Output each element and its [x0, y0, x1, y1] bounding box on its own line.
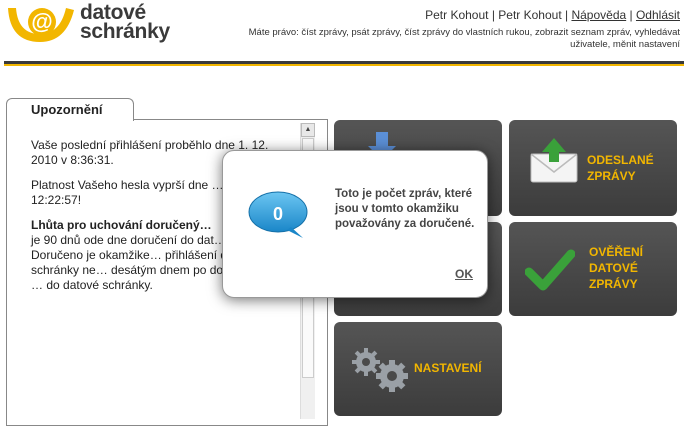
help-link[interactable]: Nápověda	[571, 8, 626, 22]
user-rights: Máte právo: číst zprávy, psát zprávy, čí…	[248, 27, 680, 50]
delivered-count: 0	[272, 204, 283, 224]
notice-tab-label: Upozornění	[31, 102, 103, 117]
tile-settings[interactable]: NASTAVENÍ	[334, 322, 502, 416]
verify-label-line-2: DATOVÉ	[589, 261, 638, 275]
tile-verify-message[interactable]: OVĚŘENÍ DATOVÉ ZPRÁVY	[509, 222, 677, 316]
user-name: Petr Kohout	[425, 8, 489, 22]
sent-label-line-2: ZPRÁVY	[587, 169, 636, 183]
user-line: Petr Kohout | Petr Kohout | Nápověda | O…	[425, 8, 680, 22]
logo-line-2: schránky	[80, 20, 170, 43]
header: @ datové schránky Petr Kohout | Petr Koh…	[0, 0, 684, 66]
checkmark-icon	[525, 249, 575, 291]
verify-label-line-1: OVĚŘENÍ	[589, 245, 644, 259]
header-accent-line	[4, 64, 684, 66]
ok-button[interactable]: OK	[455, 267, 473, 281]
verify-message-label: OVĚŘENÍ DATOVÉ ZPRÁVY	[589, 244, 643, 292]
logout-link[interactable]: Odhlásit	[636, 8, 680, 22]
gears-icon	[352, 348, 408, 392]
dialog-message: Toto je počet zpráv, které jsou v tomto …	[335, 188, 475, 230]
logo-text: datové schránky	[80, 2, 170, 43]
notice-tab[interactable]: Upozornění	[6, 98, 134, 121]
sent-label-line-1: ODESLANÉ	[587, 153, 654, 167]
verify-label-line-3: ZPRÁVY	[589, 277, 638, 291]
svg-text:@: @	[31, 9, 52, 34]
sent-messages-label: ODESLANÉ ZPRÁVY	[587, 152, 654, 184]
settings-label: NASTAVENÍ	[414, 361, 482, 375]
scroll-up-icon[interactable]: ▲	[301, 123, 315, 137]
tile-sent-messages[interactable]: ODESLANÉ ZPRÁVY	[509, 120, 677, 216]
delivered-count-dialog: 0 Toto je počet zpráv, které jsou v tomt…	[222, 150, 488, 298]
user-name-2: Petr Kohout	[498, 8, 562, 22]
retention-heading: Lhůta pro uchování doručený…	[31, 218, 212, 232]
sent-mail-icon	[530, 138, 578, 183]
